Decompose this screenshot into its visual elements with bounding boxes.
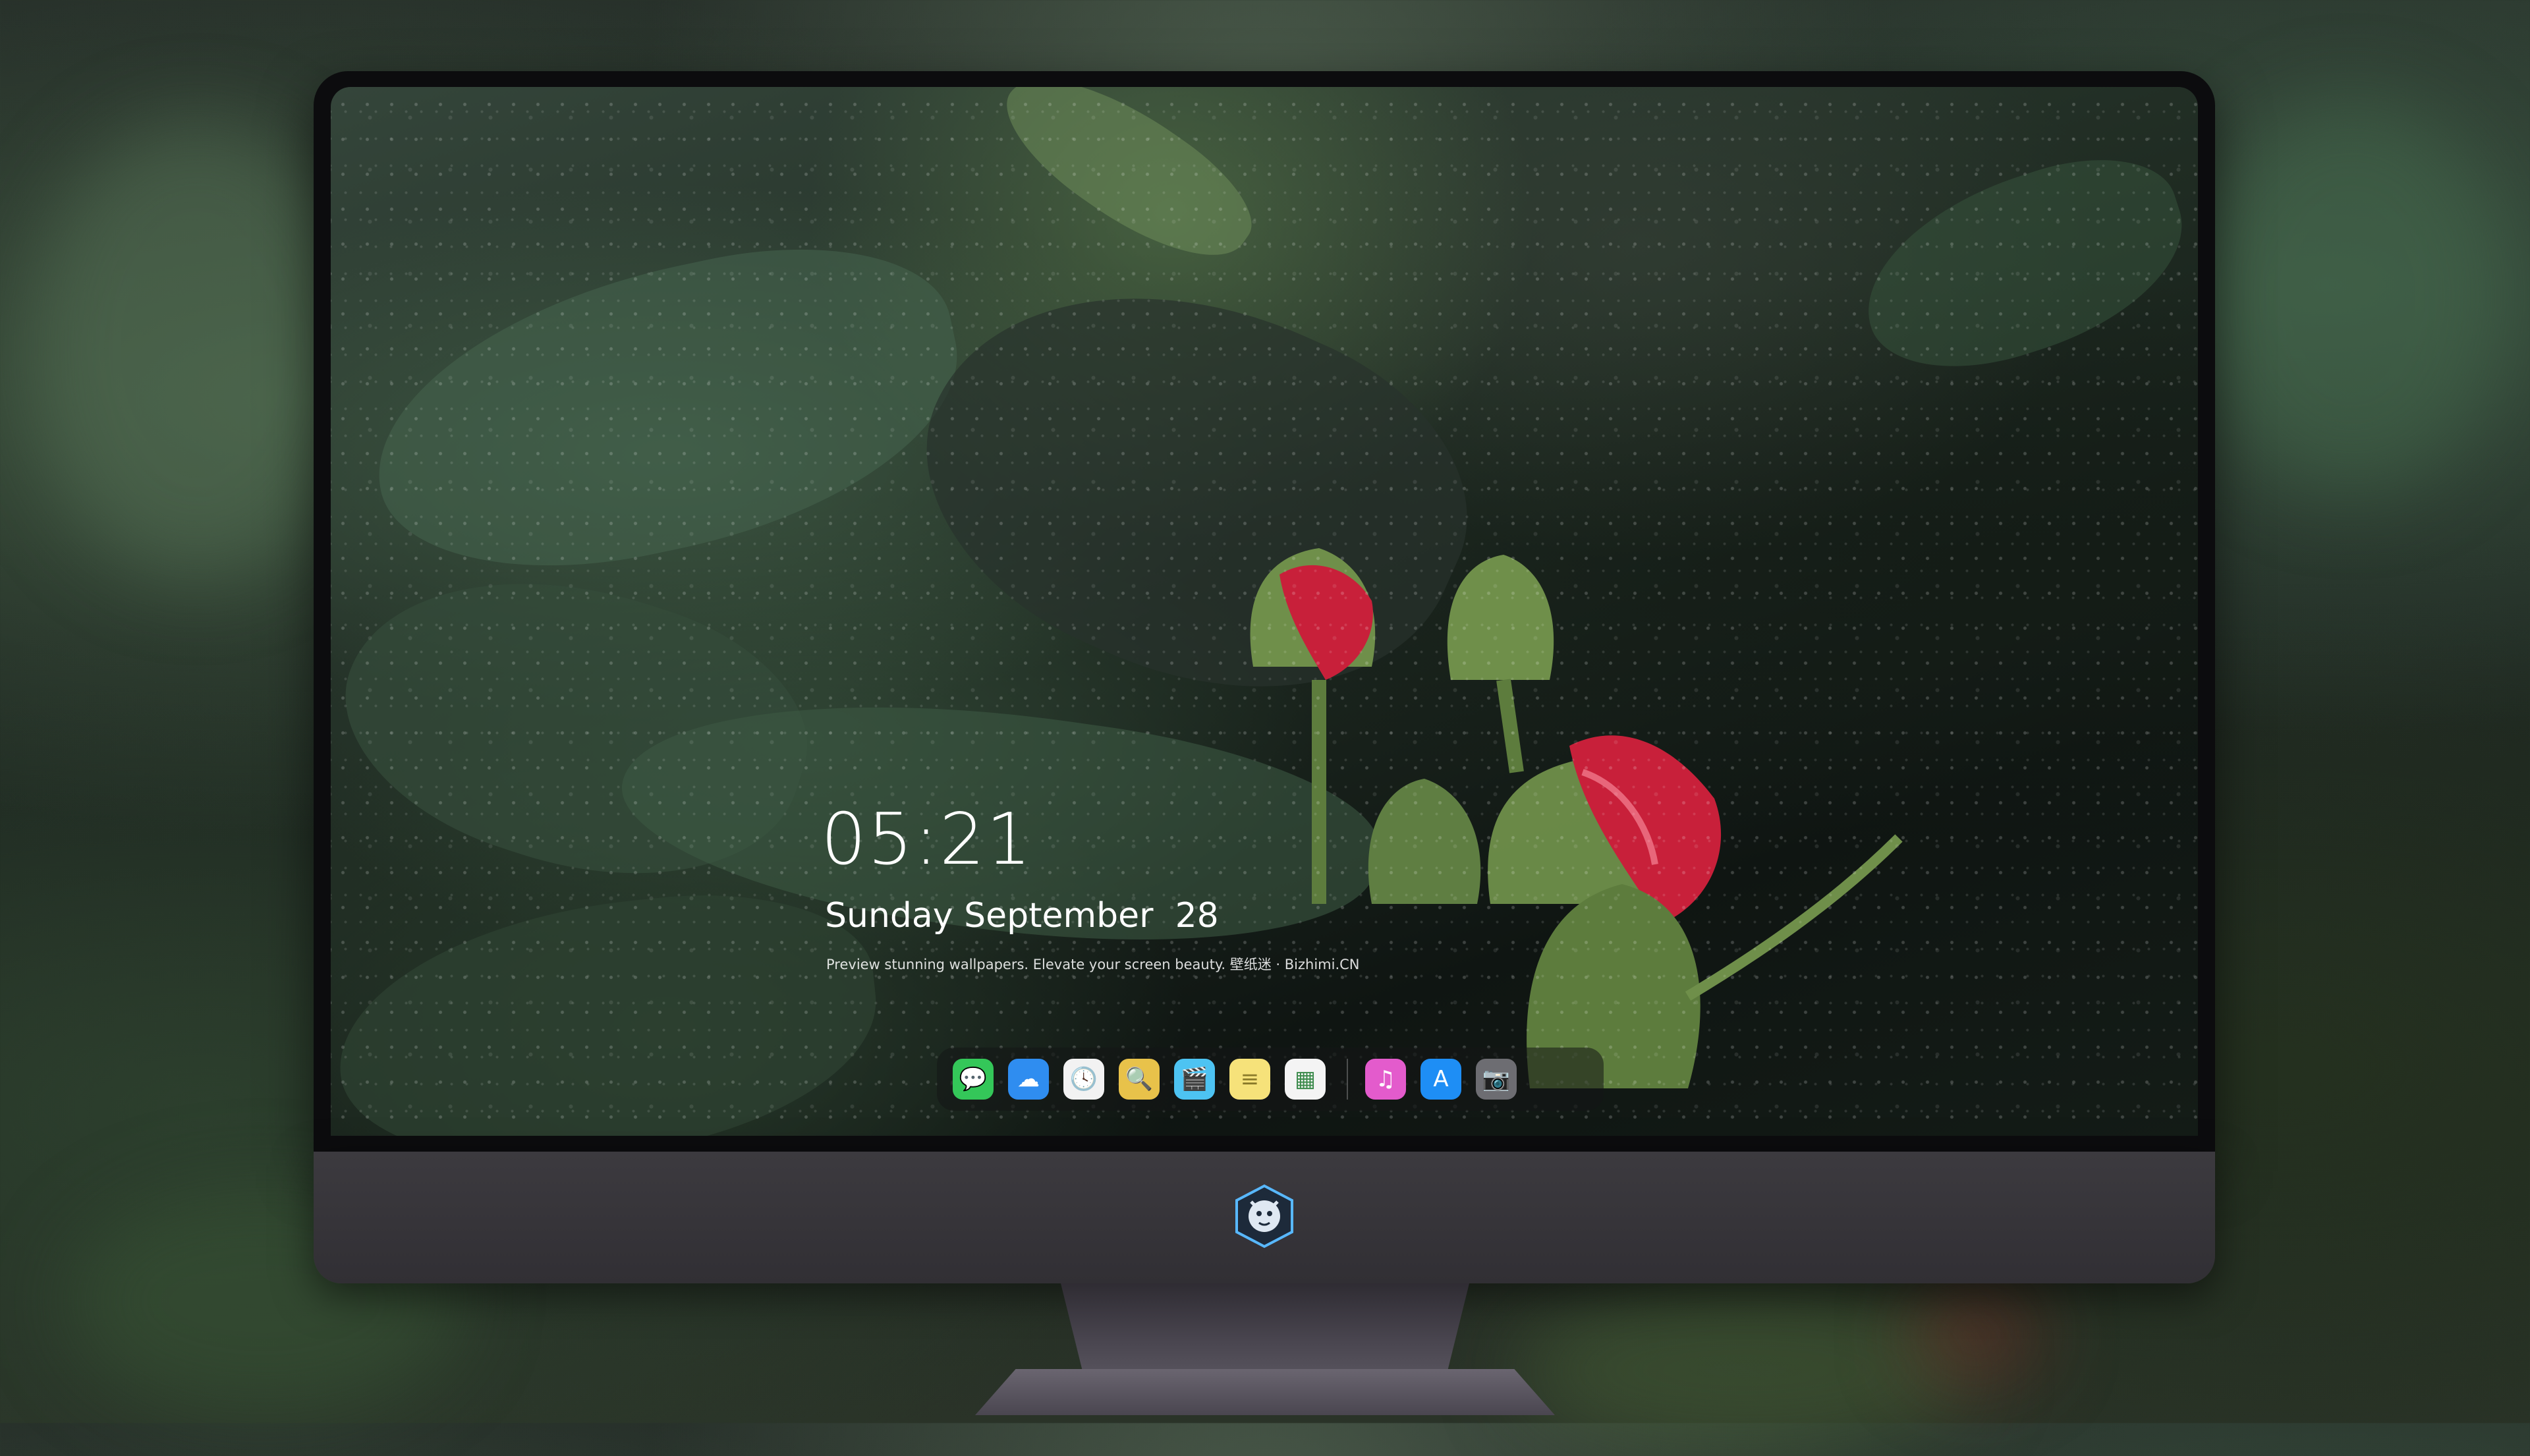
background-blur xyxy=(1515,1285,1977,1456)
background-blur xyxy=(2194,99,2510,494)
dock: 💬 ☁ 🕓 🔍 🎬 ≡ ▦ ♫ A 📷 xyxy=(937,1048,1604,1111)
lockscreen-time: 05:21 xyxy=(821,798,1033,881)
rain-overlay xyxy=(331,87,2198,1136)
messages-icon[interactable]: 💬 xyxy=(953,1059,994,1100)
dock-separator xyxy=(1347,1059,1348,1100)
camera-icon[interactable]: 📷 xyxy=(1476,1059,1517,1100)
clock-icon[interactable]: 🕓 xyxy=(1063,1059,1104,1100)
app-store-icon[interactable]: A xyxy=(1420,1059,1461,1100)
monitor-stand-base xyxy=(975,1369,1555,1415)
photos-icon[interactable]: ▦ xyxy=(1285,1059,1326,1100)
lockscreen-caption: Preview stunning wallpapers. Elevate you… xyxy=(826,957,1360,972)
weather-icon[interactable]: ☁ xyxy=(1008,1059,1049,1100)
video-editor-icon[interactable]: 🎬 xyxy=(1174,1059,1215,1100)
monitor-bezel: 05:21 Sunday September 28 Preview stunni… xyxy=(314,71,2215,1152)
preview-icon[interactable]: 🔍 xyxy=(1119,1059,1160,1100)
music-icon[interactable]: ♫ xyxy=(1365,1059,1406,1100)
monitor-stand-neck xyxy=(1061,1283,1469,1382)
notes-icon[interactable]: ≡ xyxy=(1229,1059,1270,1100)
lockscreen-date: Sunday September 28 xyxy=(825,896,1219,936)
monitor-chin xyxy=(314,1152,2215,1283)
background-blur xyxy=(1911,1285,2042,1384)
wallpaper-screen[interactable]: 05:21 Sunday September 28 Preview stunni… xyxy=(331,87,2198,1136)
brand-logo-icon xyxy=(1235,1184,1293,1248)
